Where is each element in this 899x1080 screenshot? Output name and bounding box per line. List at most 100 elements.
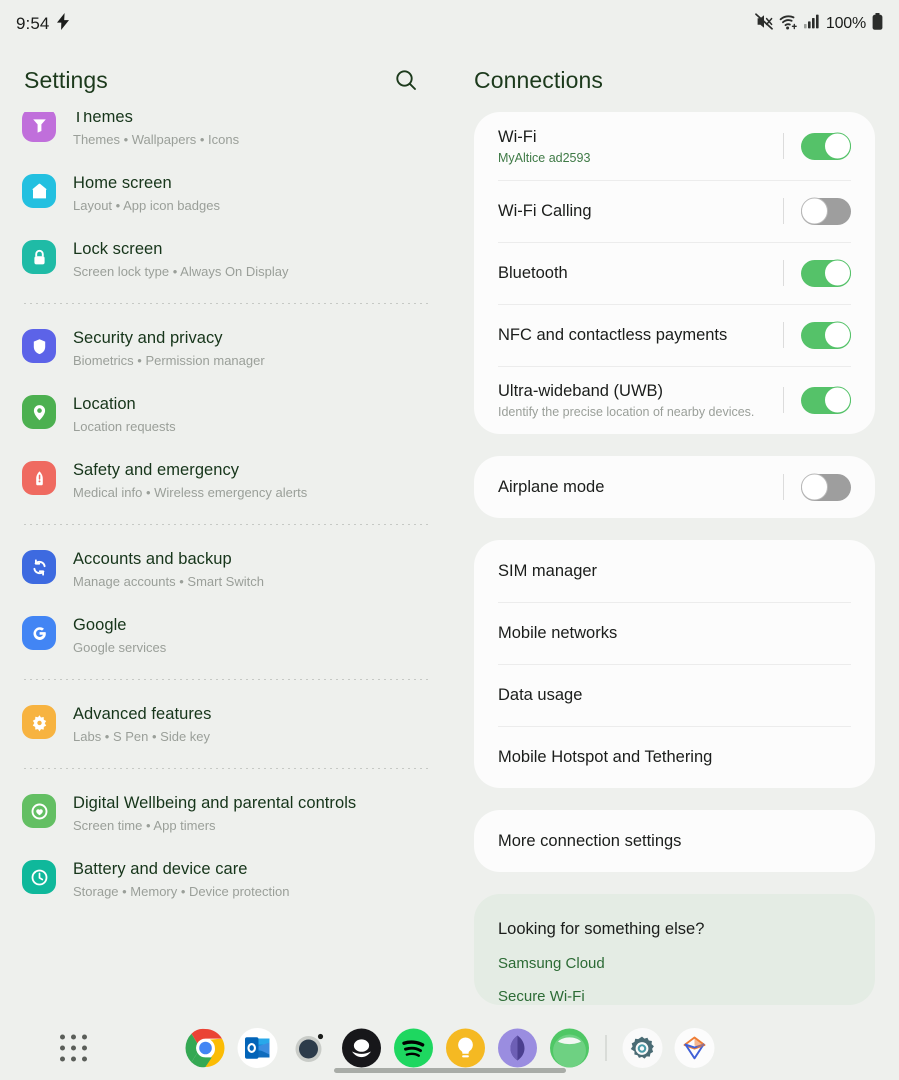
sidebar-item-sublabel: Layout • App icon badges (73, 198, 220, 213)
connection-row-sim-manager[interactable]: SIM manager (474, 540, 875, 602)
connection-row-text: Wi-Fi MyAltice ad2593 (498, 127, 590, 166)
spotify-icon[interactable] (393, 1028, 433, 1068)
connection-row-text: Wi-Fi Calling (498, 201, 592, 222)
search-icon[interactable] (386, 60, 426, 100)
sidebar-item-security-and-privacy[interactable]: Security and privacy Biometrics • Permiss… (0, 315, 450, 381)
connection-row-mobile-networks[interactable]: Mobile networks (474, 602, 875, 664)
sidebar-item-home-screen[interactable]: Home screen Layout • App icon badges (0, 160, 450, 226)
control-divider (783, 474, 784, 500)
home-screen-icon (22, 174, 56, 208)
status-bar-right: 100% (755, 13, 883, 35)
looking-for-link[interactable]: Secure Wi-Fi (474, 972, 875, 1005)
connection-row-text: Mobile networks (498, 623, 617, 644)
control-divider (783, 260, 784, 286)
sidebar-item-text: Safety and emergency Medical info • Wirel… (73, 459, 307, 501)
grid-dot (60, 1034, 65, 1040)
sidebar-item-label: Location (73, 395, 136, 413)
toggle-knob (801, 197, 828, 225)
sidebar-item-sublabel: Location requests (73, 419, 176, 434)
connection-row-label: Mobile networks (498, 623, 618, 642)
toggle-switch[interactable] (801, 473, 851, 501)
page-title: Settings (24, 66, 108, 93)
purple-app-icon[interactable] (497, 1028, 537, 1068)
toggle-switch[interactable] (801, 132, 851, 160)
connections-scroll-area[interactable]: Wi-Fi MyAltice ad2593 Wi-Fi Calling Bluetoo… (450, 112, 899, 1016)
sidebar-item-text: Google Google services (73, 614, 166, 656)
bixby-bulb-icon[interactable] (445, 1028, 485, 1068)
sidebar-item-lock-screen[interactable]: Lock screen Screen lock type • Always On … (0, 226, 450, 292)
sidebar-item-text: Digital Wellbeing and parental controls S… (73, 792, 356, 834)
toggle-knob (824, 259, 851, 287)
connection-row-nfc-and-contactless-payments[interactable]: NFC and contactless payments (474, 304, 875, 366)
status-clock: 9:54 (16, 14, 50, 33)
sidebar-item-label: Security and privacy (73, 329, 223, 347)
sidebar-item-label: Google (73, 616, 127, 634)
diamond-app-icon[interactable] (674, 1028, 714, 1068)
sidebar-item-sublabel: Storage • Memory • Device protection (73, 884, 290, 899)
sidebar-item-safety-and-emergency[interactable]: Safety and emergency Medical info • Wirel… (0, 447, 450, 513)
green-app-icon[interactable] (549, 1028, 589, 1068)
toggle-switch[interactable] (801, 197, 851, 225)
sidebar-item-battery-and-device-care[interactable]: Battery and device care Storage • Memory … (0, 846, 450, 912)
toggle-switch[interactable] (801, 321, 851, 349)
settings-pane: Settings Themes Themes • Wallpapers • Ico… (0, 48, 450, 1016)
connection-row-sublabel: MyAltice ad2593 (498, 150, 591, 165)
group-divider (22, 303, 428, 304)
grid-dot (71, 1056, 76, 1062)
connection-row-wi-fi-calling[interactable]: Wi-Fi Calling (474, 180, 875, 242)
settings-scroll-area[interactable]: Themes Themes • Wallpapers • Icons Home sc… (0, 112, 450, 1016)
themes-icon (22, 112, 56, 142)
grid-dot (71, 1045, 76, 1051)
sidebar-item-label: Digital Wellbeing and parental controls (73, 794, 357, 812)
connections-header: Connections (450, 48, 899, 112)
sidebar-item-text: Location Location requests (73, 393, 176, 435)
connection-row-airplane-mode[interactable]: Airplane mode (474, 456, 875, 518)
connection-row-label: More connection settings (498, 831, 682, 850)
home-indicator[interactable] (333, 1068, 566, 1073)
connection-row-sublabel: Identify the precise location of nearby … (498, 404, 755, 419)
chrome-icon[interactable] (185, 1028, 225, 1068)
sync-icon (22, 550, 56, 584)
toggle-switch[interactable] (801, 259, 851, 287)
connections-card: More connection settings (474, 810, 875, 872)
toggle-switch[interactable] (801, 386, 851, 414)
group-divider (22, 768, 428, 769)
battery-icon (872, 13, 883, 35)
sidebar-item-text: Lock screen Screen lock type • Always On … (73, 238, 289, 280)
connection-row-label: Mobile Hotspot and Tethering (498, 747, 713, 766)
sidebar-item-accounts-and-backup[interactable]: Accounts and backup Manage accounts • Sma… (0, 536, 450, 602)
connection-row-control (783, 386, 851, 414)
sidebar-item-sublabel: Medical info • Wireless emergency alerts (73, 485, 308, 500)
connection-row-ultra-wideband-uwb[interactable]: Ultra-wideband (UWB) Identify the precise… (474, 366, 875, 434)
connection-row-wi-fi[interactable]: Wi-Fi MyAltice ad2593 (474, 112, 875, 180)
smartthings-icon[interactable] (341, 1028, 381, 1068)
mute-icon (755, 13, 773, 35)
app-grid-icon[interactable] (60, 1034, 87, 1062)
sidebar-item-sublabel: Biometrics • Permission manager (73, 353, 265, 368)
group-divider (22, 679, 428, 680)
grid-dot (60, 1045, 65, 1051)
settings-gear-icon[interactable] (622, 1028, 662, 1068)
connection-row-text: SIM manager (498, 561, 597, 582)
digital-wellbeing-icon (22, 794, 56, 828)
emergency-icon (22, 461, 56, 495)
settings-groups: Themes Themes • Wallpapers • Icons Home sc… (0, 112, 450, 912)
sidebar-item-location[interactable]: Location Location requests (0, 381, 450, 447)
sidebar-item-google[interactable]: Google Google services (0, 602, 450, 668)
sidebar-item-sublabel: Screen lock type • Always On Display (73, 264, 289, 279)
looking-for-title: Looking for something else? (498, 920, 705, 938)
sidebar-item-advanced-features[interactable]: Advanced features Labs • S Pen • Side key (0, 691, 450, 757)
settings-header: Settings (0, 48, 450, 112)
grid-dot (82, 1034, 87, 1040)
connection-row-more-connection-settings[interactable]: More connection settings (474, 810, 875, 872)
taskbar (0, 1016, 899, 1080)
connection-row-data-usage[interactable]: Data usage (474, 664, 875, 726)
sidebar-item-themes[interactable]: Themes Themes • Wallpapers • Icons (0, 112, 450, 160)
sidebar-item-digital-wellbeing-and-parental-controls[interactable]: Digital Wellbeing and parental controls S… (0, 780, 450, 846)
sidebar-item-text: Advanced features Labs • S Pen • Side key (73, 703, 211, 745)
connection-row-mobile-hotspot-and-tethering[interactable]: Mobile Hotspot and Tethering (474, 726, 875, 788)
outlook-icon[interactable] (237, 1028, 277, 1068)
looking-for-link[interactable]: Samsung Cloud (474, 939, 875, 972)
connection-row-bluetooth[interactable]: Bluetooth (474, 242, 875, 304)
dark-circle-app-icon[interactable] (289, 1028, 329, 1068)
